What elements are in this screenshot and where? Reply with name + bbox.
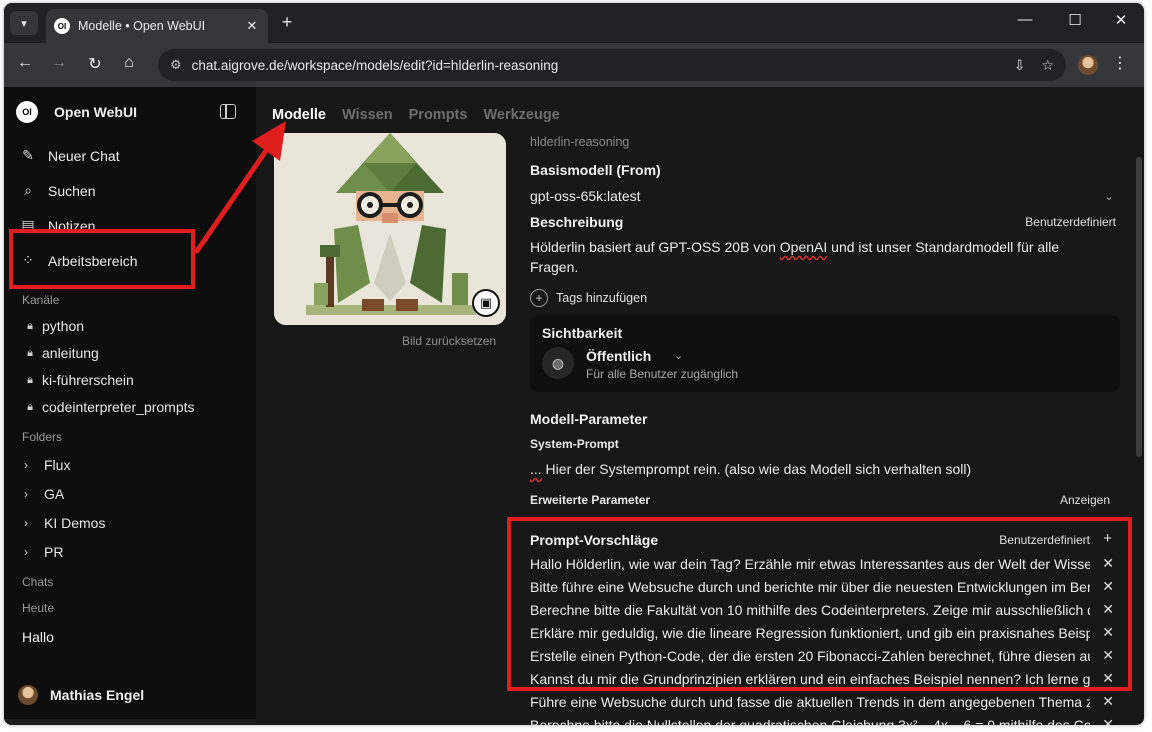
annotation-arrow xyxy=(194,121,286,254)
browser-window: ▾ OI Modelle • Open WebUI ✕ + — ☐ ✕ ← → … xyxy=(4,3,1144,725)
